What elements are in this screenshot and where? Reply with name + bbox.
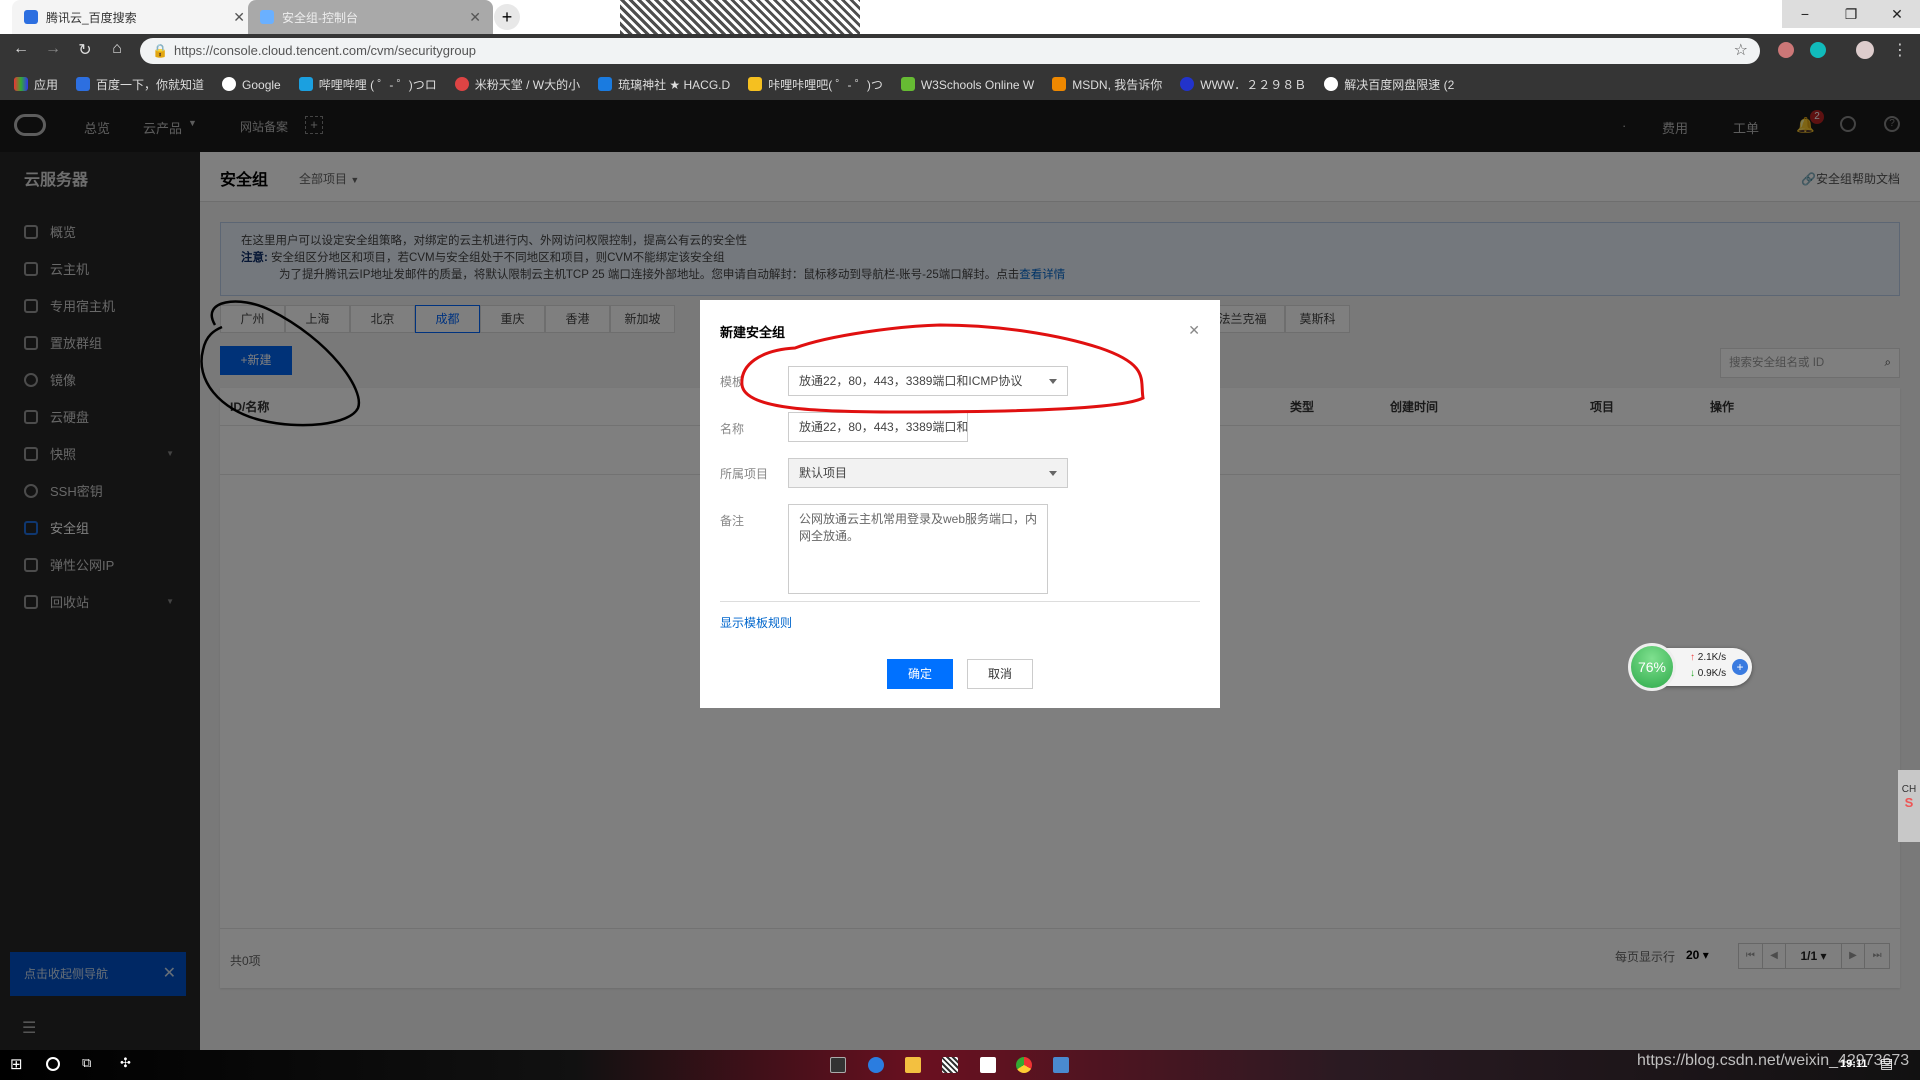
store-icon[interactable] — [980, 1057, 996, 1073]
sogou-icon: S — [1904, 795, 1914, 810]
remote-desktop-icon[interactable] — [1053, 1057, 1069, 1073]
upload-arrow-icon: ↑ — [1690, 652, 1695, 663]
app-icon[interactable] — [942, 1057, 958, 1073]
task-view-icon[interactable]: ⧉ — [82, 1055, 91, 1071]
search-circle-icon[interactable] — [46, 1057, 60, 1071]
black-annotation-circle — [200, 300, 361, 427]
download-arrow-icon: ↓ — [1690, 668, 1695, 679]
cmd-icon[interactable] — [830, 1057, 846, 1073]
fan-app-icon[interactable]: ✣ — [120, 1055, 131, 1071]
upload-speed: 2.1K/s — [1697, 652, 1727, 663]
file-explorer-icon[interactable] — [905, 1057, 921, 1073]
notification-center-icon[interactable]: ▤ — [1880, 1055, 1893, 1072]
chrome-icon[interactable] — [1016, 1057, 1032, 1073]
windows-start-icon[interactable]: ⊞ — [10, 1055, 23, 1073]
download-speed: 0.9K/s — [1697, 668, 1727, 679]
taskbar — [0, 1050, 1920, 1080]
watermark-text: https://blog.csdn.net/weixin_42973673 — [1637, 1052, 1910, 1069]
ime-toolbar[interactable]: CH S — [1898, 770, 1920, 842]
clock-time[interactable]: 19:11 — [1840, 1058, 1868, 1070]
ime-language: CH — [1901, 784, 1917, 795]
memory-usage-badge[interactable]: 76% — [1628, 643, 1676, 691]
red-annotation-ellipse — [740, 323, 1145, 414]
boost-icon[interactable]: + — [1732, 659, 1748, 675]
annotation-layer — [200, 300, 1145, 427]
k-app-icon[interactable] — [868, 1057, 884, 1073]
